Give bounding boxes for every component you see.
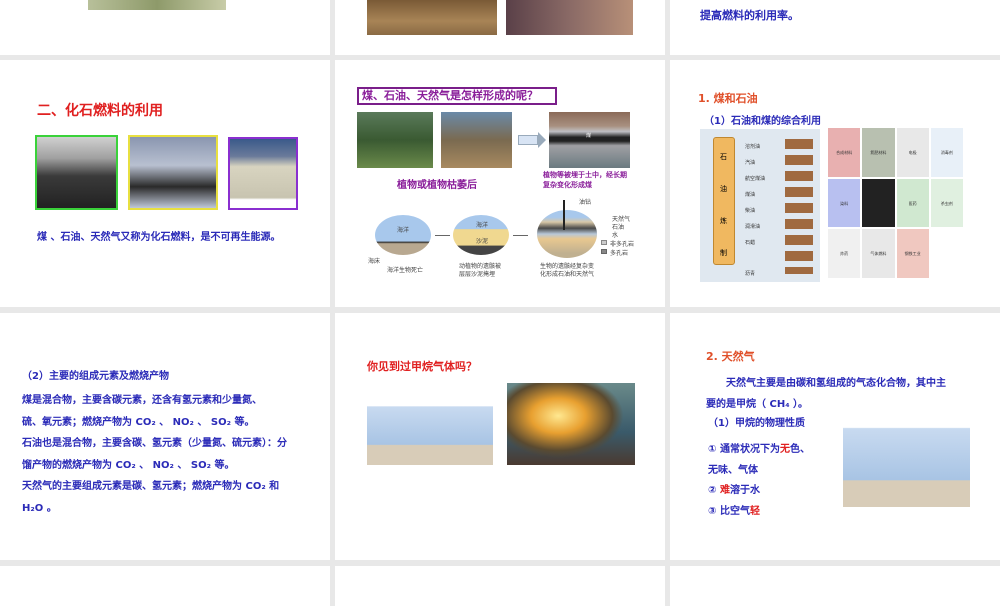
- slide-paragraph: 天然气主要是由碳和氢组成的气态化合物，其中主 要的是甲烷（ CH₄ ）。: [706, 378, 946, 410]
- slide-thumbnail-3[interactable]: 提高燃料的利用率。: [670, 0, 1000, 55]
- coal-uses-grid: 合成材料 氮肥材料 电极 消毒剂 染料 医药 杀虫剂 炸药 气体燃料 钢铁工业: [828, 128, 963, 278]
- refining-diagram: 石油炼制 溶剂油 汽油 航空煤油 煤油 柴油 润滑油 石蜡 沥青: [700, 129, 820, 282]
- slide-title: 你见到过甲烷气体吗？: [367, 360, 477, 373]
- ocean-diagram-1: [375, 215, 431, 255]
- slide-title: 煤、石油、天然气是怎样形成的呢？: [357, 87, 557, 105]
- dead-trees-image: [441, 112, 512, 168]
- slide-heading: （2）主要的组成元素及燃烧产物: [22, 371, 169, 382]
- slide-image: [88, 0, 226, 10]
- slide-title: 二、化石燃料的利用: [37, 103, 163, 119]
- campfire-photo: [367, 0, 497, 35]
- slide-thumbnail-9[interactable]: 2. 天然气 天然气主要是由碳和氢组成的气态化合物，其中主 要的是甲烷（ CH₄…: [670, 313, 1000, 560]
- caption-left: 植物或植物枯萎后: [397, 180, 477, 191]
- products-list: 溶剂油 汽油 航空煤油 煤油 柴油 润滑油 石蜡 沥青: [745, 144, 766, 277]
- slide-subheading: （1）甲烷的物理性质: [708, 418, 805, 429]
- oil-pour-photo: [128, 135, 218, 210]
- explosion-photo: [507, 383, 635, 465]
- column-label: 石油炼制: [720, 153, 727, 257]
- gas-tanks-photo: [228, 137, 298, 210]
- pond-plants-illustration: [843, 410, 970, 507]
- slide-thumbnail-1[interactable]: [0, 0, 330, 55]
- slide-subtitle: （1）石油和煤的综合利用: [704, 116, 821, 127]
- slide-title: 2. 天然气: [706, 350, 755, 363]
- slide-thumbnail-2[interactable]: [335, 0, 665, 55]
- pond-plants-illustration: [367, 383, 493, 465]
- slide-thumbnail-10[interactable]: [0, 566, 330, 606]
- slide-body: 煤是混合物，主要含碳元素，还含有氢元素和少量氮、 硫、氧元素；燃烧产物为 CO₂ …: [22, 395, 287, 514]
- coal-pile-photo: [35, 135, 118, 210]
- slide-thumbnail-7[interactable]: （2）主要的组成元素及燃烧产物 煤是混合物，主要含碳元素，还含有氢元素和少量氮、…: [0, 313, 330, 560]
- slide-thumbnail-11[interactable]: [335, 566, 665, 606]
- coal-layer-image: 煤: [549, 112, 630, 168]
- slide-caption: 煤 、石油、天然气又称为化石燃料，是不可再生能源。: [37, 232, 281, 243]
- slide-text: 提高燃料的利用率。: [700, 9, 799, 22]
- oil-field-diagram: [537, 210, 597, 258]
- slide-title: 1. 煤和石油: [698, 92, 758, 105]
- furnace-photo: [506, 0, 633, 35]
- coal-label: 煤: [586, 133, 592, 139]
- slide-thumbnail-6[interactable]: 1. 煤和石油 （1）石油和煤的综合利用 石油炼制 溶剂油 汽油 航空煤油 煤油 柴油润…: [670, 60, 1000, 307]
- cut-text: [700, 0, 704, 9]
- slide-thumbnail-5[interactable]: 煤、石油、天然气是怎样形成的呢？ 煤 植物或植物枯萎后 植物等被埋于土中，经长期…: [335, 60, 665, 307]
- slide-thumbnail-8[interactable]: 你见到过甲烷气体吗？: [335, 313, 665, 560]
- properties-list: ① 通常状况下为无色、 无味、气体 ② 难溶于水 ③ 比空气轻: [708, 444, 810, 517]
- forest-image: [357, 112, 433, 168]
- slide-thumbnail-4[interactable]: 二、化石燃料的利用 煤 、石油、天然气又称为化石燃料，是不可再生能源。: [0, 60, 330, 307]
- arrow-right-icon: [518, 135, 538, 145]
- caption-right: 植物等被埋于土中，经长期 复杂变化形成煤: [543, 171, 627, 189]
- slide-thumbnail-12[interactable]: [670, 566, 1000, 606]
